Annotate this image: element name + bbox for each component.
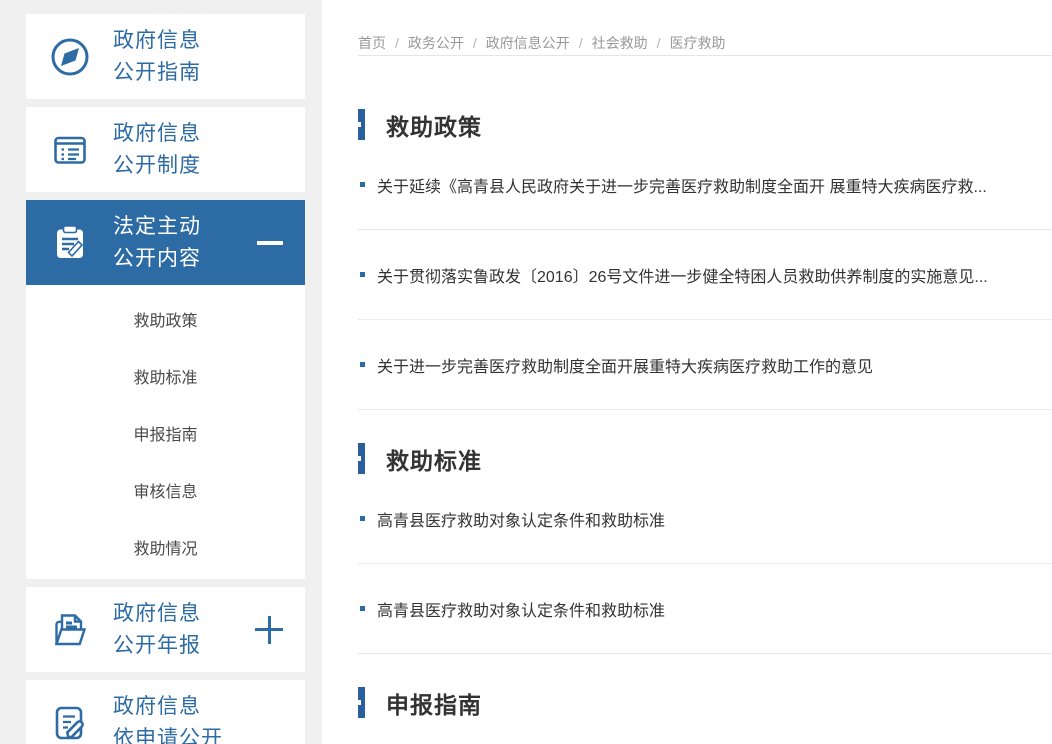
- sidebar-submenu-item[interactable]: 申报指南: [26, 404, 305, 461]
- sidebar-submenu-item[interactable]: 救助情况: [26, 518, 305, 575]
- sidebar-item-label: 政府信息公开年报: [113, 598, 201, 662]
- page: 政府信息公开指南 政府信息公开制度 法定主动公开内容 救助政策 救助标准 申报指…: [0, 0, 1052, 744]
- section-marker-icon: [358, 687, 365, 718]
- article-list-item[interactable]: 关于延续《高青县人民政府关于进一步完善医疗救助制度全面开 展重特大疾病医疗救..…: [358, 140, 1052, 230]
- article-list: 高青县医疗救助对象认定条件和救助标准 高青县医疗救助对象认定条件和救助标准: [358, 474, 1052, 654]
- sidebar-submenu-item[interactable]: 救助政策: [26, 290, 305, 347]
- bullet-icon: [360, 362, 365, 367]
- sidebar-group: 政府信息公开年报: [26, 587, 305, 672]
- sidebar-item-label: 法定主动公开内容: [113, 211, 201, 275]
- sidebar-submenu-item[interactable]: 救助标准: [26, 347, 305, 404]
- sidebar-submenu-item[interactable]: 审核信息: [26, 461, 305, 518]
- article-list-item[interactable]: 关于进一步完善医疗救助制度全面开展重特大疾病医疗救助工作的意见: [358, 320, 1052, 410]
- sidebar-item-0[interactable]: 政府信息公开指南: [26, 14, 305, 99]
- breadcrumb-link[interactable]: 首页: [358, 35, 386, 51]
- sidebar-item-1[interactable]: 政府信息公开制度: [26, 107, 305, 192]
- breadcrumb-separator: /: [473, 35, 477, 51]
- bullet-icon: [360, 606, 365, 611]
- breadcrumb-separator: /: [657, 35, 661, 51]
- collapse-icon[interactable]: [257, 241, 283, 245]
- article-list: 关于延续《高青县人民政府关于进一步完善医疗救助制度全面开 展重特大疾病医疗救..…: [358, 140, 1052, 410]
- sidebar-group: 政府信息依申请公开: [26, 680, 305, 744]
- section-header: 救助标准: [358, 443, 1052, 474]
- sidebar-item-3[interactable]: 政府信息公开年报: [26, 587, 305, 672]
- bullet-icon: [360, 516, 365, 521]
- section-title: 申报指南: [386, 686, 482, 720]
- bullet-icon: [360, 272, 365, 277]
- breadcrumb: 首页 / 政务公开 / 政府信息公开 / 社会救助 / 医疗救助: [358, 0, 1052, 55]
- bullet-icon: [360, 182, 365, 187]
- sidebar-item-2[interactable]: 法定主动公开内容: [26, 200, 305, 285]
- expand-icon[interactable]: [255, 616, 283, 644]
- book-list-icon: [48, 128, 92, 172]
- article-link[interactable]: 高青县医疗救助对象认定条件和救助标准: [377, 507, 665, 531]
- sidebar-group: 政府信息公开指南: [26, 14, 305, 99]
- breadcrumb-link[interactable]: 政务公开: [408, 35, 464, 51]
- breadcrumb-link[interactable]: 社会救助: [592, 35, 648, 51]
- sidebar-item-label: 政府信息依申请公开: [113, 691, 223, 744]
- article-link[interactable]: 关于延续《高青县人民政府关于进一步完善医疗救助制度全面开 展重特大疾病医疗救..…: [377, 173, 987, 197]
- section-marker-icon: [358, 109, 365, 140]
- content-section: 救助政策 关于延续《高青县人民政府关于进一步完善医疗救助制度全面开 展重特大疾病…: [358, 109, 1052, 410]
- section-marker-icon: [358, 443, 365, 474]
- sidebar-item-label: 政府信息公开制度: [113, 118, 201, 182]
- breadcrumb-current: 医疗救助: [670, 35, 726, 51]
- sidebar-item-4[interactable]: 政府信息依申请公开: [26, 680, 305, 744]
- article-list-item[interactable]: 高青县医疗救助对象认定条件和救助标准: [358, 474, 1052, 564]
- main-content: 首页 / 政务公开 / 政府信息公开 / 社会救助 / 医疗救助 救助政策 关于延续《高青县人民…: [322, 0, 1052, 744]
- section-list: 救助政策 关于延续《高青县人民政府关于进一步完善医疗救助制度全面开 展重特大疾病…: [358, 109, 1052, 718]
- section-header: 申报指南: [358, 687, 1052, 718]
- section-header: 救助政策: [358, 109, 1052, 140]
- clipboard-pen-icon: [48, 221, 92, 265]
- doc-pen-icon: [48, 701, 92, 744]
- breadcrumb-separator: /: [579, 35, 583, 51]
- breadcrumb-divider: [358, 55, 1052, 56]
- sidebar-item-label: 政府信息公开指南: [113, 25, 201, 89]
- section-title: 救助标准: [386, 442, 482, 476]
- article-list-item[interactable]: 关于贯彻落实鲁政发〔2016〕26号文件进一步健全特困人员救助供养制度的实施意见…: [358, 230, 1052, 320]
- article-link[interactable]: 高青县医疗救助对象认定条件和救助标准: [377, 597, 665, 621]
- sidebar-group: 政府信息公开制度: [26, 107, 305, 192]
- breadcrumb-separator: /: [395, 35, 399, 51]
- sidebar-group: 法定主动公开内容 救助政策 救助标准 申报指南 审核信息 救助情况: [26, 200, 305, 579]
- content-section: 申报指南: [358, 687, 1052, 718]
- article-link[interactable]: 关于贯彻落实鲁政发〔2016〕26号文件进一步健全特困人员救助供养制度的实施意见…: [377, 263, 988, 287]
- sidebar: 政府信息公开指南 政府信息公开制度 法定主动公开内容 救助政策 救助标准 申报指…: [26, 0, 305, 744]
- breadcrumb-link[interactable]: 政府信息公开: [486, 35, 570, 51]
- section-title: 救助政策: [386, 108, 482, 142]
- article-list-item[interactable]: 高青县医疗救助对象认定条件和救助标准: [358, 564, 1052, 654]
- folder-doc-icon: [48, 608, 92, 652]
- content-section: 救助标准 高青县医疗救助对象认定条件和救助标准 高青县医疗救助对象认定条件和救助…: [358, 443, 1052, 654]
- article-link[interactable]: 关于进一步完善医疗救助制度全面开展重特大疾病医疗救助工作的意见: [377, 353, 873, 377]
- sidebar-submenu: 救助政策 救助标准 申报指南 审核信息 救助情况: [26, 285, 305, 579]
- compass-icon: [48, 35, 92, 79]
